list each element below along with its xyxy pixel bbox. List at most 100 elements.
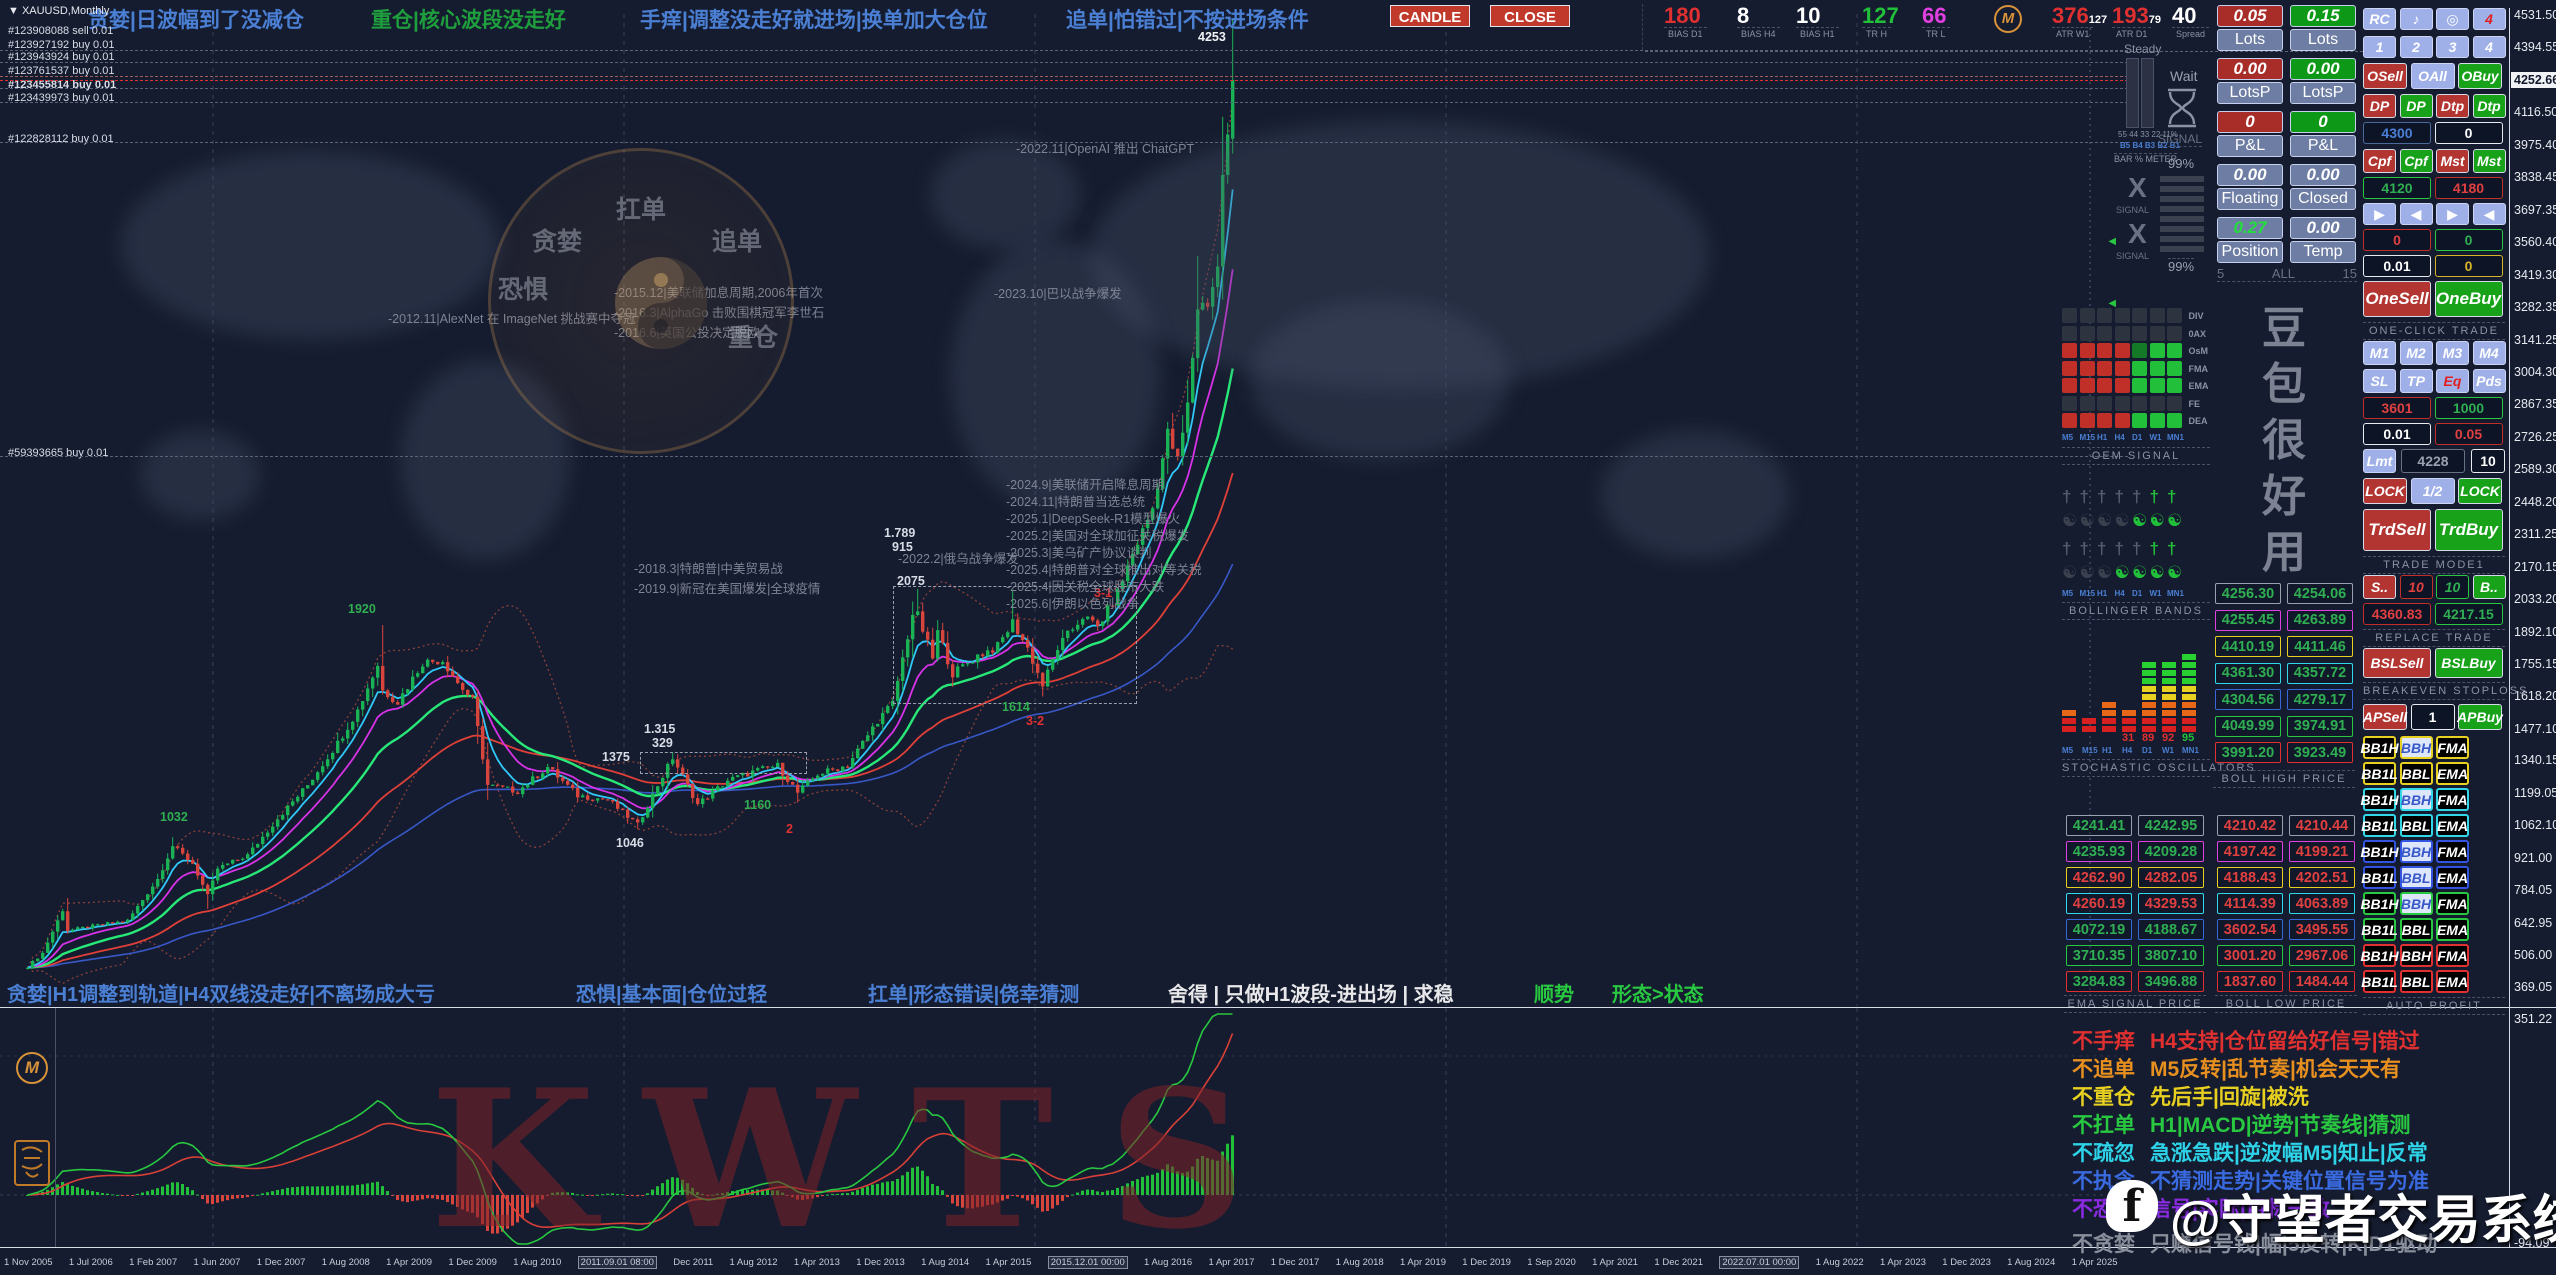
tp-points-field[interactable]: 1000 bbox=[2434, 397, 2503, 419]
preset-1-button[interactable]: 1 bbox=[2363, 36, 2396, 58]
mst-buy-button[interactable]: Mst bbox=[2472, 149, 2506, 173]
bb1l-27-0[interactable]: BB1L bbox=[2361, 762, 2398, 785]
bslbuy-button[interactable]: BSLBuy bbox=[2434, 648, 2503, 678]
stat-label-3-l[interactable]: LotsP bbox=[2217, 82, 2283, 104]
s-button[interactable]: S.. bbox=[2363, 575, 2396, 599]
bbh-28-1[interactable]: BBH bbox=[2399, 788, 2433, 811]
offset-field[interactable]: 0 bbox=[2434, 255, 2503, 277]
eq-button[interactable]: Eq bbox=[2436, 369, 2469, 393]
s-points-field[interactable]: 10 bbox=[2399, 575, 2433, 599]
half-button[interactable]: 1/2 bbox=[2410, 478, 2455, 504]
stat-label-9-r[interactable]: Temp bbox=[2290, 241, 2356, 263]
bb1h-34-0[interactable]: BB1H bbox=[2360, 944, 2399, 967]
play-button-1[interactable]: ▶ bbox=[2363, 203, 2396, 225]
bb1h-32-0[interactable]: BB1H bbox=[2360, 892, 2399, 915]
stat-label-5-r[interactable]: P&L bbox=[2290, 135, 2356, 157]
stat-label-9-l[interactable]: Position bbox=[2217, 241, 2283, 263]
bbh-26-1[interactable]: BBH bbox=[2399, 736, 2433, 759]
apbuy-button[interactable]: APBuy bbox=[2457, 704, 2503, 730]
b-button[interactable]: B.. bbox=[2472, 575, 2506, 599]
fma-28-2[interactable]: FMA bbox=[2436, 788, 2469, 811]
limit-price-field[interactable]: 4228 bbox=[2401, 449, 2465, 473]
obuy-button[interactable]: OBuy bbox=[2458, 63, 2502, 89]
symbol-label[interactable]: ▼ XAUUSD,Monthly bbox=[8, 5, 109, 17]
bbl-27-1[interactable]: BBL bbox=[2399, 762, 2433, 785]
points-field[interactable]: 0 bbox=[2434, 122, 2503, 144]
onebuy-button[interactable]: OneBuy bbox=[2434, 281, 2503, 317]
bbl-29-1[interactable]: BBL bbox=[2399, 814, 2433, 837]
tp-button[interactable]: TP bbox=[2399, 369, 2433, 393]
play-button-2[interactable]: ▶ bbox=[2436, 203, 2469, 225]
m1-button[interactable]: M1 bbox=[2363, 341, 2396, 365]
fma-32-2[interactable]: FMA bbox=[2436, 892, 2469, 915]
osell-button[interactable]: OSell bbox=[2363, 63, 2407, 89]
dp-sell-button[interactable]: DP bbox=[2363, 94, 2396, 118]
alert-count-button[interactable]: 4 bbox=[2472, 8, 2506, 30]
bb1h-26-0[interactable]: BB1H bbox=[2360, 736, 2399, 759]
stat-label-3-r[interactable]: LotsP bbox=[2290, 82, 2356, 104]
timeline-axis[interactable]: 1 Nov 2005 1 Jul 2006 1 Feb 2007 1 Jun 2007… bbox=[4, 1253, 2118, 1271]
limit-offset-field[interactable]: 10 bbox=[2471, 449, 2505, 473]
b-points-field[interactable]: 10 bbox=[2436, 575, 2469, 599]
bb1h-28-0[interactable]: BB1H bbox=[2360, 788, 2399, 811]
eye-button[interactable]: ◎ bbox=[2436, 8, 2469, 30]
apsell-button[interactable]: APSell bbox=[2363, 704, 2407, 730]
buy-level-field[interactable]: 4120 bbox=[2363, 177, 2431, 199]
trdsell-button[interactable]: TrdSell bbox=[2363, 509, 2431, 551]
stat-label-5-l[interactable]: P&L bbox=[2217, 135, 2283, 157]
rc-button[interactable]: RC bbox=[2363, 8, 2396, 30]
bbh-30-1[interactable]: BBH bbox=[2399, 840, 2433, 863]
dp-buy-button[interactable]: DP bbox=[2399, 94, 2433, 118]
replace-sell-price[interactable]: 4360.83 bbox=[2363, 603, 2431, 625]
sl-button[interactable]: SL bbox=[2363, 369, 2396, 393]
fma-34-2[interactable]: FMA bbox=[2436, 944, 2469, 967]
stat-label-1-l[interactable]: Lots bbox=[2217, 29, 2283, 51]
stat-label-1-r[interactable]: Lots bbox=[2290, 29, 2356, 51]
lock-sell-button[interactable]: LOCK bbox=[2363, 478, 2407, 504]
price-field[interactable]: 4300 bbox=[2363, 122, 2431, 144]
bslsell-button[interactable]: BSLSell bbox=[2363, 648, 2431, 678]
replace-buy-price[interactable]: 4217.15 bbox=[2434, 603, 2503, 625]
bb1l-29-0[interactable]: BB1L bbox=[2361, 814, 2398, 837]
trdbuy-button[interactable]: TrdBuy bbox=[2434, 509, 2503, 551]
bbl-35-1[interactable]: BBL bbox=[2399, 970, 2433, 993]
close-button[interactable]: CLOSE bbox=[1490, 5, 1570, 27]
rewind-button-2[interactable]: ◀ bbox=[2472, 203, 2506, 225]
rewind-button-1[interactable]: ◀ bbox=[2399, 203, 2433, 225]
ema-27-2[interactable]: EMA bbox=[2436, 762, 2469, 785]
cpf-buy-button[interactable]: Cpf bbox=[2399, 149, 2433, 173]
sl-price-field[interactable]: 3601 bbox=[2363, 397, 2431, 419]
stat-label-7-r[interactable]: Closed bbox=[2290, 188, 2356, 210]
bbl-31-1[interactable]: BBL bbox=[2399, 866, 2433, 889]
min-lot-field[interactable]: 0.01 bbox=[2363, 423, 2431, 445]
bbh-34-1[interactable]: BBH bbox=[2399, 944, 2433, 967]
candle-button[interactable]: CANDLE bbox=[1390, 5, 1470, 27]
preset-3-button[interactable]: 3 bbox=[2436, 36, 2469, 58]
cpf-sell-button[interactable]: Cpf bbox=[2363, 149, 2396, 173]
max-lot-field[interactable]: 0.05 bbox=[2434, 423, 2503, 445]
fma-30-2[interactable]: FMA bbox=[2436, 840, 2469, 863]
dtp-buy-button[interactable]: Dtp bbox=[2472, 94, 2506, 118]
bbl-33-1[interactable]: BBL bbox=[2399, 918, 2433, 941]
m2-button[interactable]: M2 bbox=[2399, 341, 2433, 365]
lock-buy-button[interactable]: LOCK bbox=[2458, 478, 2502, 504]
ema-29-2[interactable]: EMA bbox=[2436, 814, 2469, 837]
sell-count-field[interactable]: 0 bbox=[2363, 229, 2431, 251]
bb1l-31-0[interactable]: BB1L bbox=[2361, 866, 2398, 889]
stat-label-7-l[interactable]: Floating bbox=[2217, 188, 2283, 210]
oall-button[interactable]: OAll bbox=[2410, 63, 2455, 89]
ap-count-field[interactable]: 1 bbox=[2410, 704, 2455, 730]
bbh-32-1[interactable]: BBH bbox=[2399, 892, 2433, 915]
bb1l-33-0[interactable]: BB1L bbox=[2361, 918, 2398, 941]
pds-button[interactable]: Pds bbox=[2472, 369, 2506, 393]
m4-button[interactable]: M4 bbox=[2472, 341, 2506, 365]
bb1l-35-0[interactable]: BB1L bbox=[2361, 970, 2398, 993]
preset-4-button[interactable]: 4 bbox=[2472, 36, 2506, 58]
lot-field[interactable]: 0.01 bbox=[2363, 255, 2431, 277]
lmt-button[interactable]: Lmt bbox=[2363, 449, 2396, 473]
ema-35-2[interactable]: EMA bbox=[2436, 970, 2469, 993]
onesell-button[interactable]: OneSell bbox=[2363, 281, 2431, 317]
mst-sell-button[interactable]: Mst bbox=[2436, 149, 2469, 173]
ema-31-2[interactable]: EMA bbox=[2436, 866, 2469, 889]
buy-count-field[interactable]: 0 bbox=[2434, 229, 2503, 251]
